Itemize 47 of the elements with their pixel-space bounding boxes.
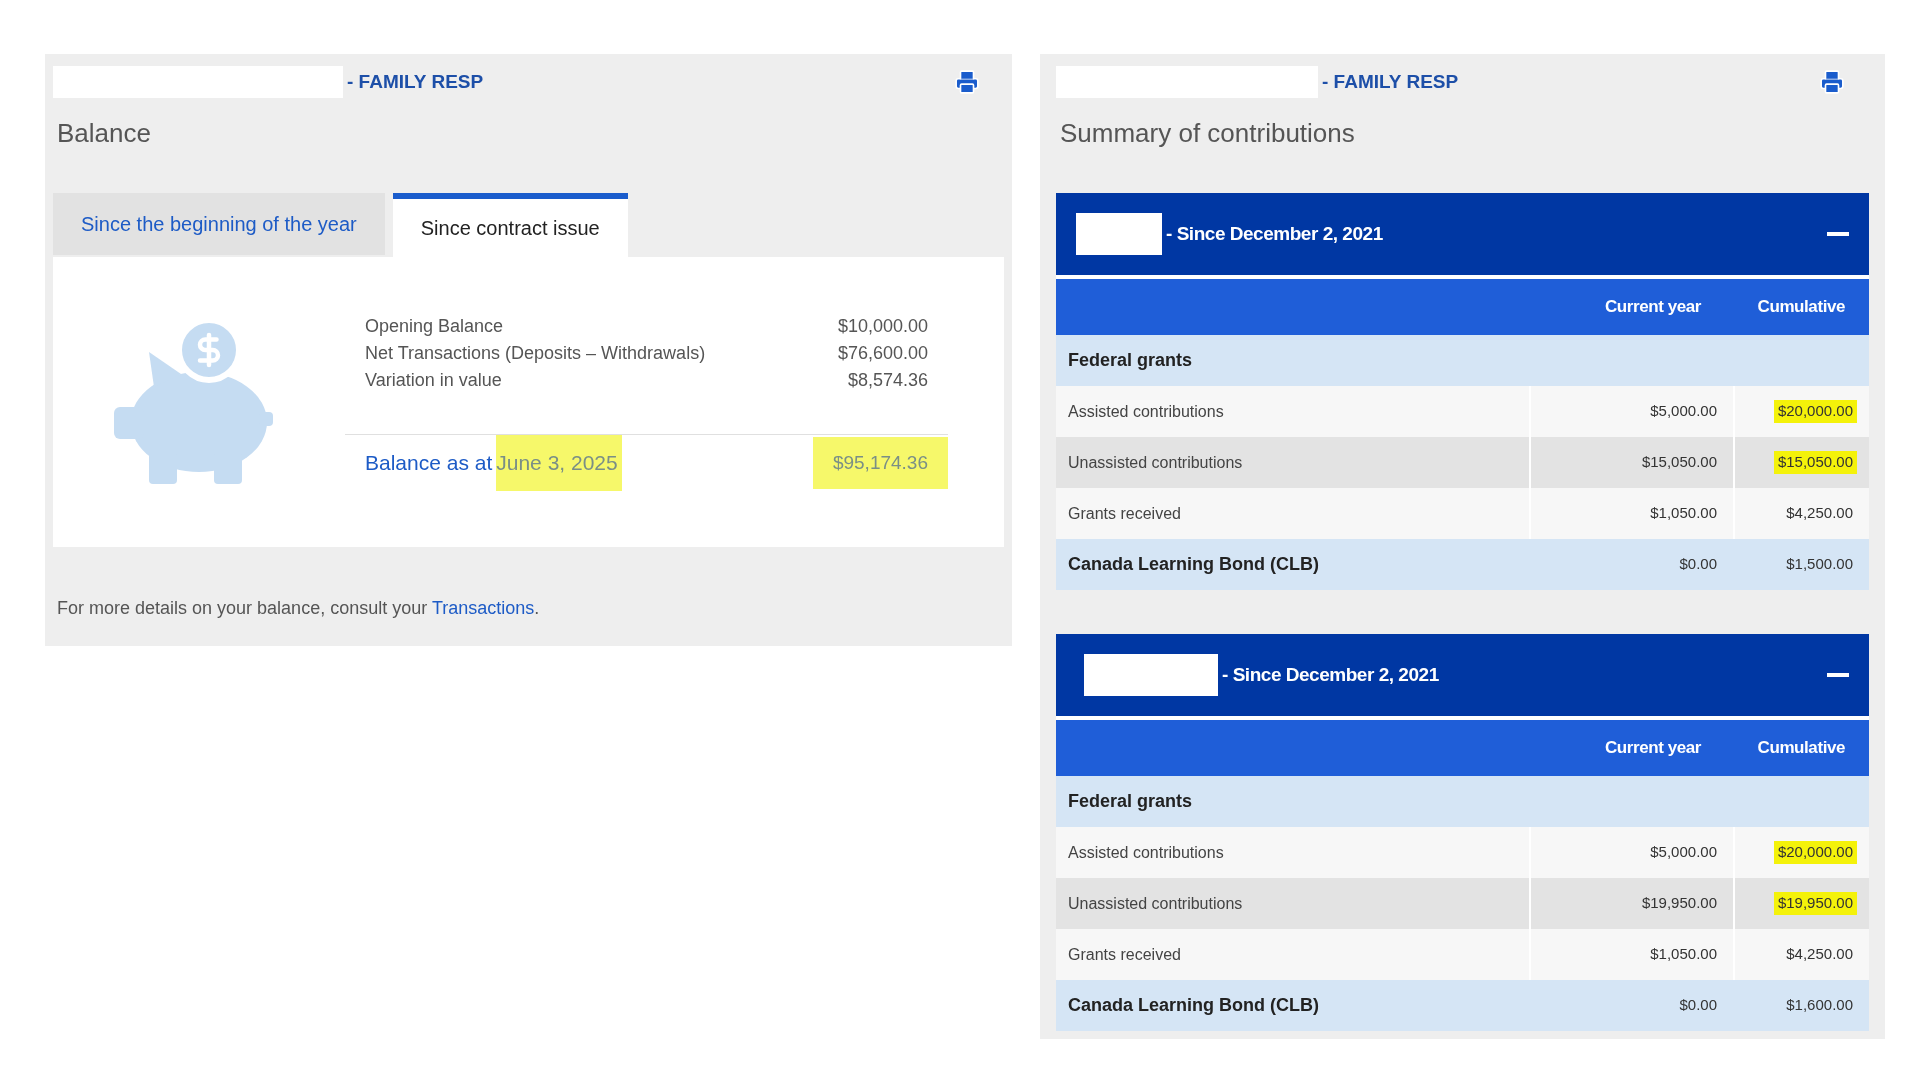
tab[interactable]: Since contract issue (392, 193, 628, 257)
section-title: - Since December 2, 2021 (1166, 221, 1383, 246)
balance-line-value: $8,574.36 (847, 369, 928, 393)
panel-title: Balance (57, 117, 152, 150)
panel-title: Summary of contributions (1060, 117, 1356, 150)
row-label: Unassisted contributions (1067, 452, 1244, 473)
total-date: June 3, 2025 (496, 435, 622, 491)
transactions-link[interactable]: Transactions (431, 598, 535, 618)
balance-line-label: Opening Balance (365, 315, 504, 339)
balance-line-label: Variation in value (365, 369, 502, 393)
table-cell: $20,000.00 (1773, 400, 1857, 423)
section-title: - Since December 2, 2021 (1222, 662, 1439, 687)
table-cell-text: $0.00 (1678, 995, 1718, 1016)
section-header[interactable]: - Since December 2, 2021 (1056, 634, 1869, 720)
table-cell-text: $1,500.00 (1785, 554, 1854, 575)
balance-line-value: $10,000.00 (837, 315, 928, 339)
print-icon[interactable] (954, 69, 980, 95)
row-label: Assisted contributions (1067, 842, 1225, 863)
row-label: Grants received (1067, 503, 1182, 524)
table-cell: $20,000.00 (1773, 841, 1857, 864)
row-label: Assisted contributions (1067, 401, 1225, 422)
table-cell-text: $0.00 (1678, 554, 1718, 575)
table-cell-text: $1,600.00 (1785, 995, 1854, 1016)
column-header: Current year (1604, 737, 1702, 760)
row-label: Unassisted contributions (1067, 893, 1244, 914)
print-icon[interactable] (1819, 69, 1845, 95)
total-label: Balance as at (365, 450, 493, 477)
row-label: Canada Learning Bond (CLB) (1067, 553, 1320, 576)
balance-line-value: $76,600.00 (837, 342, 928, 366)
table-cell-text: $4,250.00 (1785, 944, 1854, 965)
column-header: Current year (1604, 296, 1702, 319)
balance-line-label: Net Transactions (Deposits – Withdrawals) (365, 342, 706, 366)
tab[interactable]: Since the beginning of the year (53, 193, 385, 255)
row-label: Federal grants (1067, 349, 1194, 372)
column-header: Cumulative (1756, 737, 1846, 760)
total-value: $95,174.36 (812, 436, 948, 490)
section-header[interactable]: - Since December 2, 2021 (1056, 193, 1869, 279)
account-name: - FAMILY RESP (1322, 69, 1459, 94)
row-label: Federal grants (1067, 790, 1194, 813)
footer-note: For more details on your balance, consult your Transactions. (57, 597, 541, 620)
table-cell: $19,950.00 (1773, 892, 1857, 915)
table-cell-text: $4,250.00 (1785, 503, 1854, 524)
column-header: Cumulative (1756, 296, 1846, 319)
table-cell: $15,050.00 (1773, 451, 1857, 474)
row-label: Canada Learning Bond (CLB) (1067, 994, 1320, 1017)
account-name: - FAMILY RESP (347, 69, 484, 94)
row-label: Grants received (1067, 944, 1182, 965)
